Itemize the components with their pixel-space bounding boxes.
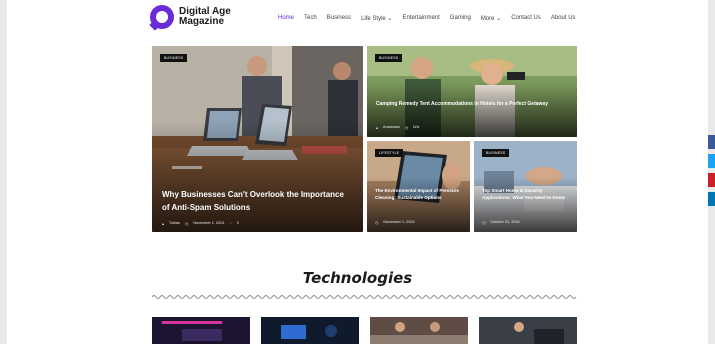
linkedin-share-icon[interactable]: [708, 192, 715, 206]
author-icon: ▴: [376, 126, 378, 130]
wave-divider: [152, 295, 577, 299]
logo-text: Digital Age Magazine: [179, 7, 249, 27]
category-badge[interactable]: BUSINESS: [375, 54, 403, 62]
card-meta: ◷ November 1, 2024: [375, 220, 415, 225]
category-badge[interactable]: LIFESTYLE: [375, 149, 404, 157]
section-title: Technologies: [302, 269, 413, 287]
featured-card-bottom-middle[interactable]: LIFESTYLE The Environmental Impact of Pr…: [367, 141, 470, 232]
author-name[interactable]: Anastasia: [383, 125, 400, 130]
card-meta: ◷ October 31, 2024: [482, 220, 520, 225]
people-office-image: [370, 317, 468, 344]
logo-line-2: Magazine: [179, 16, 225, 27]
neon-lights-image: [152, 317, 250, 344]
calendar-icon: ◷: [375, 221, 379, 225]
featured-card-large[interactable]: BUSINESS Why Businesses Can't Overlook t…: [152, 46, 363, 232]
nav-item-about[interactable]: About Us: [551, 15, 576, 22]
logo-icon: [149, 5, 174, 31]
author-name[interactable]: Tobias: [169, 221, 180, 226]
post-date: November 1, 2024: [193, 221, 225, 225]
nav-item-more[interactable]: More ⌄: [481, 15, 501, 22]
nav-item-tech[interactable]: Tech: [304, 15, 317, 22]
nav-item-gaming[interactable]: Gaming: [450, 15, 471, 22]
image-overlay: [152, 120, 363, 232]
card-meta: ▴ Tobias ◷ November 1, 2024 ◌ 0: [162, 221, 239, 226]
comment-count: 0: [236, 221, 239, 225]
card-title[interactable]: Why Businesses Can't Overlook the Import…: [162, 188, 352, 214]
tech-thumb-1[interactable]: [152, 317, 250, 344]
card-title[interactable]: Camping Remedy Tent Accommodations in Ho…: [376, 101, 566, 108]
comment-icon: ◌: [229, 221, 232, 225]
team-laptop-image: [479, 317, 577, 344]
twitter-share-icon[interactable]: [708, 154, 715, 168]
post-date: N/A: [412, 125, 420, 129]
main-nav: Home Tech Business Life Style ⌄ Entertai…: [278, 15, 576, 22]
card-title[interactable]: The Environmental Impact of Pressure Cle…: [375, 188, 465, 201]
nav-item-lifestyle[interactable]: Life Style ⌄: [361, 15, 392, 22]
category-badge[interactable]: BUSINESS: [482, 149, 510, 157]
facebook-share-icon[interactable]: [708, 135, 715, 149]
featured-card-top-right[interactable]: BUSINESS Camping Remedy Tent Accommodati…: [367, 46, 577, 137]
tech-thumb-3[interactable]: [370, 317, 468, 344]
calendar-icon: ◷: [184, 222, 189, 226]
card-title[interactable]: Top Smart Home & Security Applications: …: [482, 188, 572, 201]
author-icon: ▴: [162, 222, 164, 226]
nav-item-home[interactable]: Home: [278, 15, 294, 22]
dark-screen-image: [261, 317, 359, 344]
featured-card-bottom-right[interactable]: BUSINESS Top Smart Home & Security Appli…: [474, 141, 577, 232]
calendar-icon: ◷: [482, 221, 486, 225]
tech-thumb-4[interactable]: [479, 317, 577, 344]
nav-item-business[interactable]: Business: [327, 15, 351, 22]
nav-item-contact[interactable]: Contact Us: [511, 15, 541, 22]
card-meta: ▴ Anastasia ◷ N/A: [376, 125, 419, 130]
post-date: November 1, 2024: [383, 220, 415, 224]
category-badge[interactable]: BUSINESS: [160, 54, 188, 62]
post-date: October 31, 2024: [490, 220, 520, 224]
pinterest-share-icon[interactable]: [708, 173, 715, 187]
nav-item-entertainment[interactable]: Entertainment: [402, 15, 439, 22]
calendar-icon: ◷: [404, 126, 408, 130]
tech-thumb-2[interactable]: [261, 317, 359, 344]
site-logo[interactable]: Digital Age Magazine: [149, 5, 249, 31]
